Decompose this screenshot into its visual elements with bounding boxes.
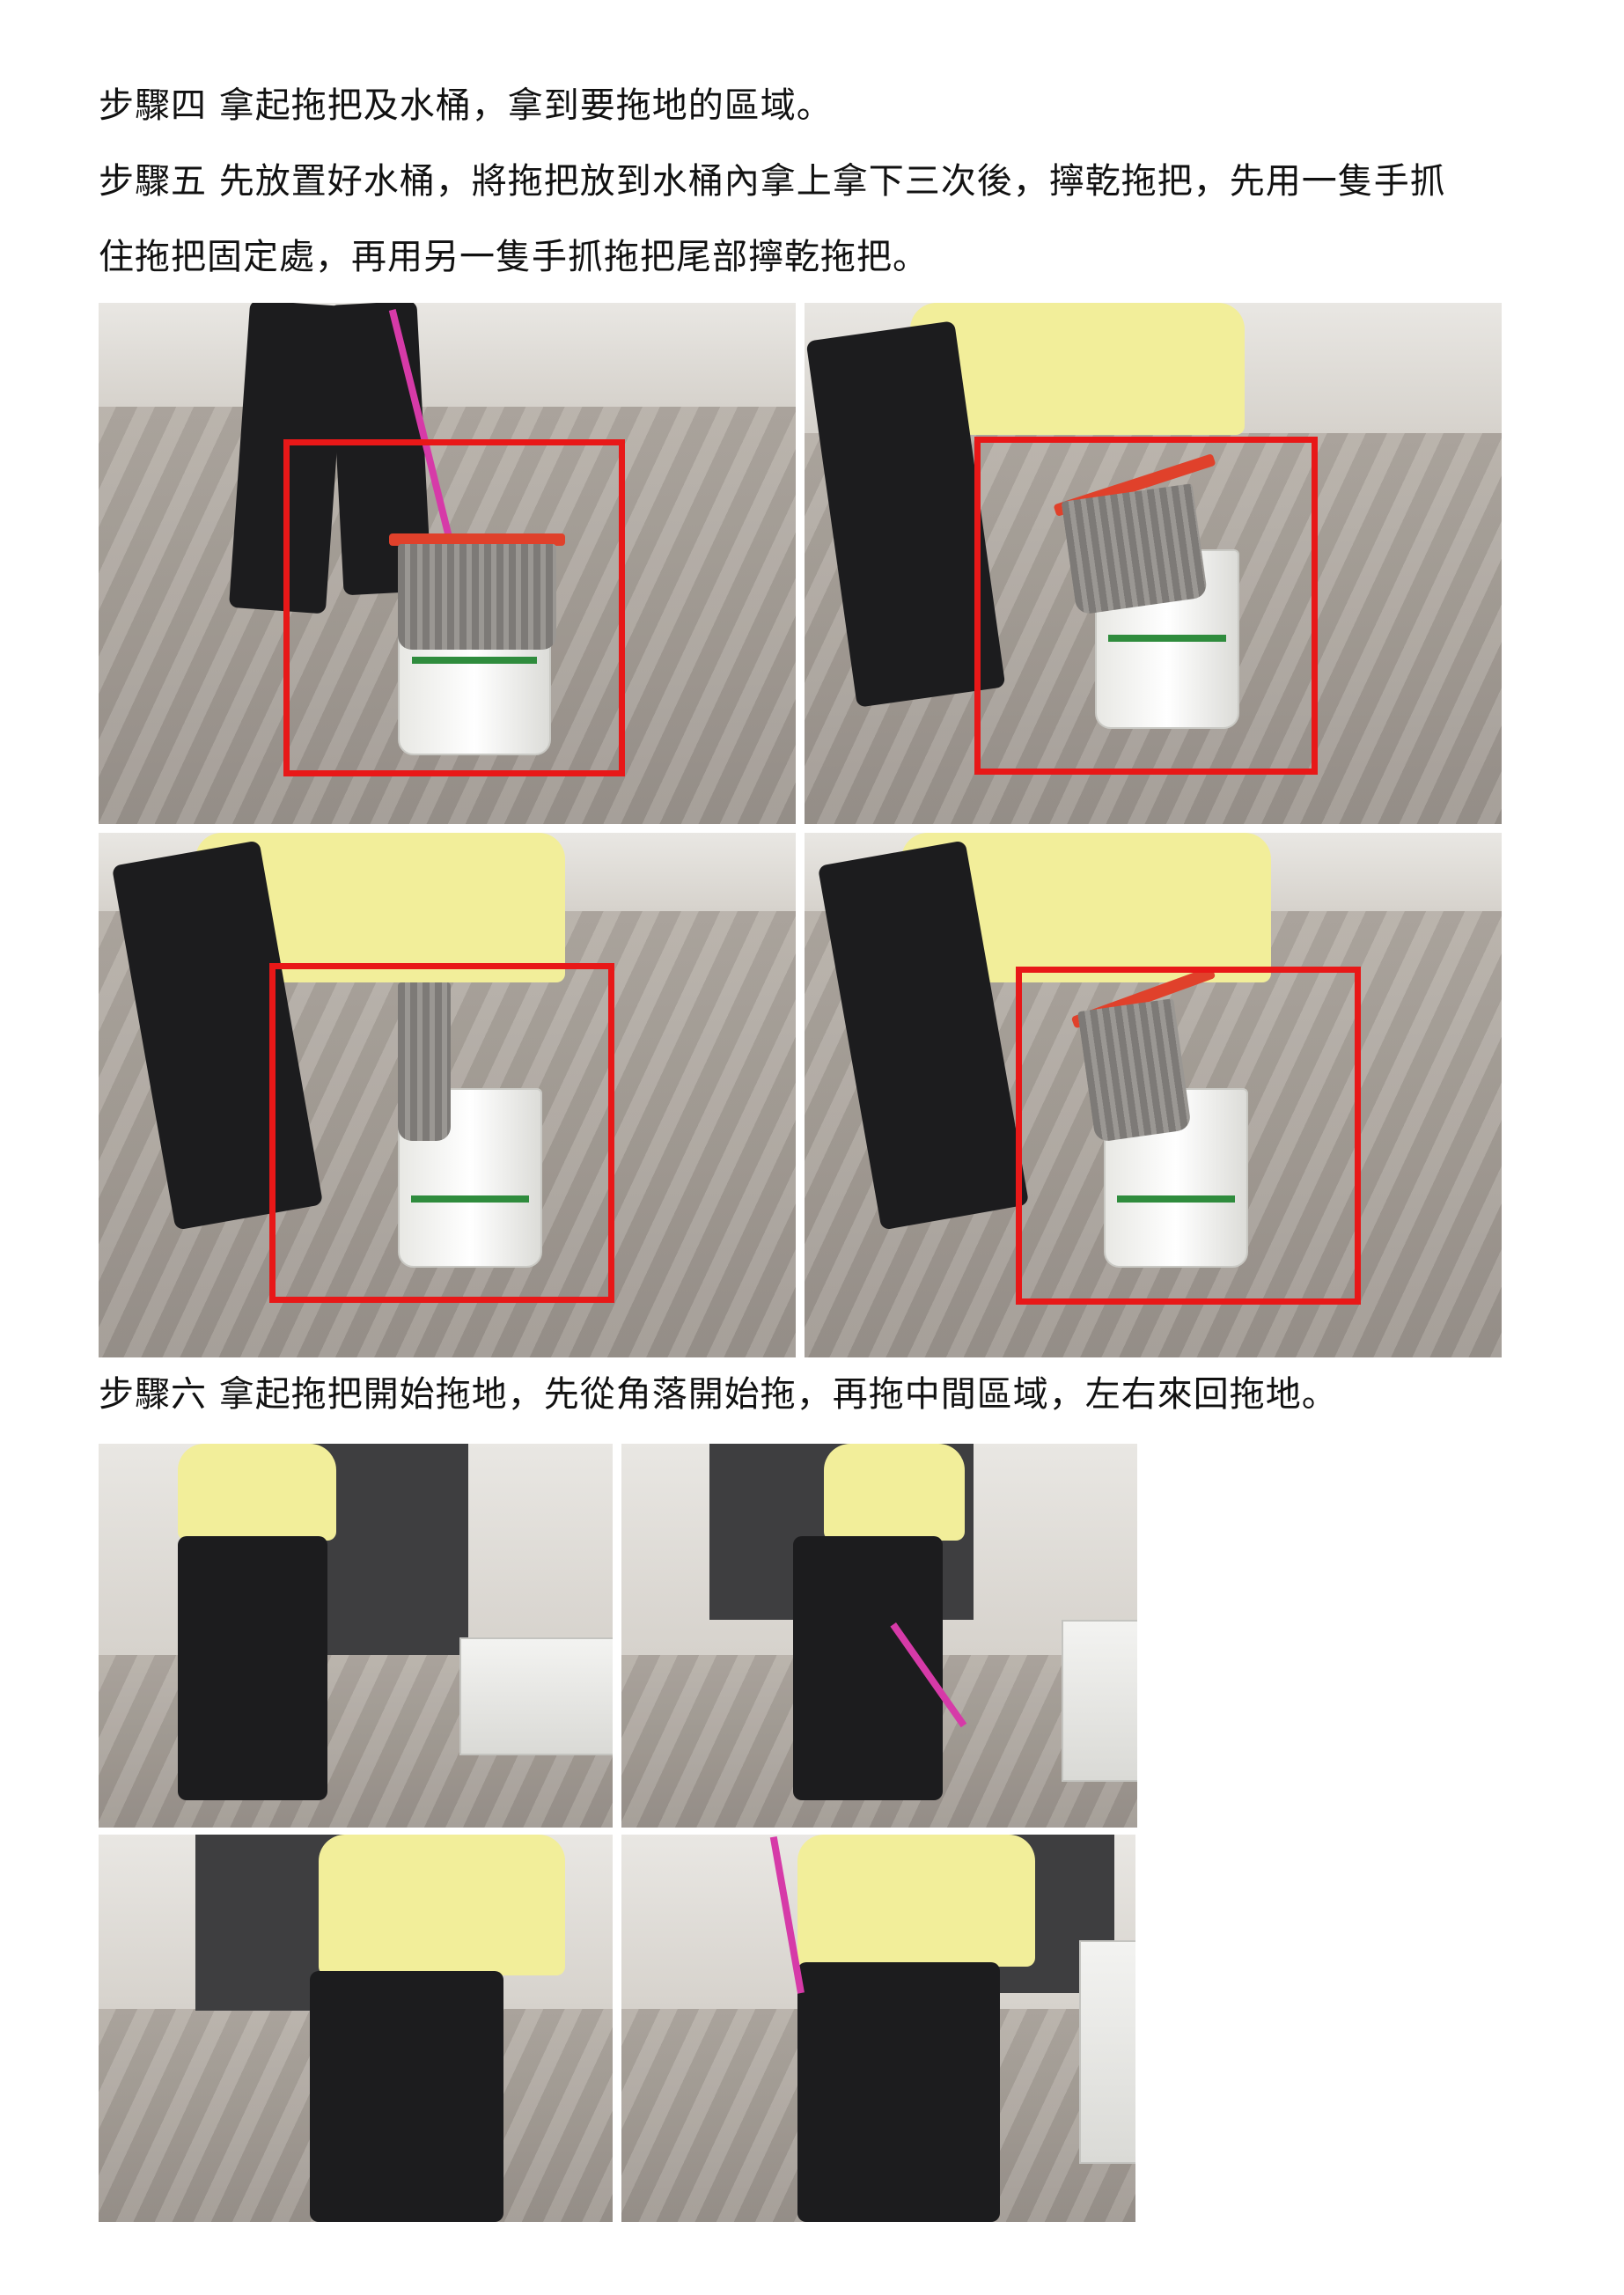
photo-mopping-corner-1 <box>99 1444 613 1828</box>
person-legs <box>310 1971 503 2222</box>
highlight-box <box>1016 967 1361 1305</box>
photo-mopping-corner-2 <box>621 1444 1137 1828</box>
step-five-text-line2: 住拖把固定處，再用另一隻手抓拖把尾部擰乾拖把。 <box>99 237 929 277</box>
highlight-box <box>269 963 614 1303</box>
person-legs <box>797 1962 1000 2222</box>
table <box>459 1637 613 1755</box>
photo-wringing-mop-1 <box>99 833 796 1357</box>
photo-mopping-middle-1 <box>99 1835 613 2222</box>
person-shirt <box>319 1835 565 1975</box>
step-six-text: 步驟六 拿起拖把開始拖地，先從角落開始拖，再拖中間區域，左右來回拖地。 <box>99 1374 1338 1415</box>
photo-wringing-mop-2 <box>805 833 1502 1357</box>
highlight-box <box>283 439 625 776</box>
person-legs <box>178 1536 327 1800</box>
person-shirt <box>797 1835 1035 1967</box>
table <box>1079 1940 1135 2164</box>
photo-mopping-middle-2 <box>621 1835 1135 2222</box>
photo-lifting-mop <box>805 303 1502 824</box>
person-shirt <box>178 1444 336 1541</box>
person-shirt <box>824 1444 965 1541</box>
step-five-text-line1: 步驟五 先放置好水桶，將拖把放到水桶內拿上拿下三次後，擰乾拖把，先用一隻手抓 <box>99 161 1446 202</box>
photo-mop-in-bucket <box>99 303 796 824</box>
highlight-box <box>974 437 1318 775</box>
table <box>1062 1620 1137 1782</box>
step-four-text: 步驟四 拿起拖把及水桶，拿到要拖地的區域。 <box>99 85 833 126</box>
